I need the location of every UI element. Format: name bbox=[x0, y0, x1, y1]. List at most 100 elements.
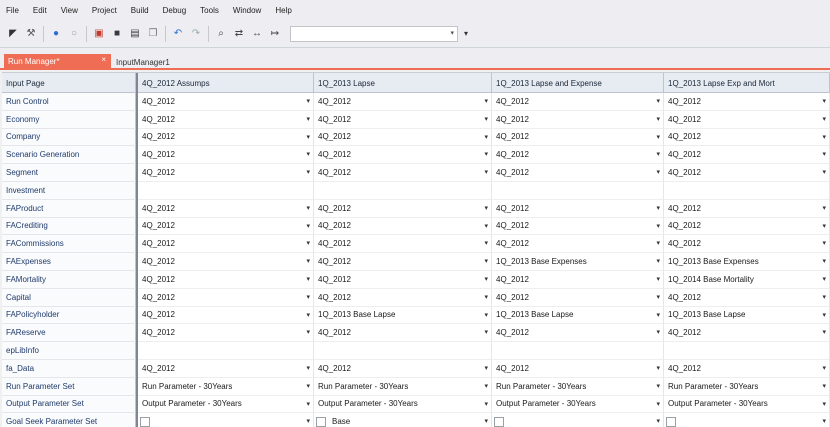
chevron-down-icon[interactable]: ▾ bbox=[656, 328, 660, 336]
chevron-down-icon[interactable]: ▾ bbox=[484, 293, 488, 301]
grid-cell[interactable]: 4Q_2012 ▾ bbox=[492, 360, 664, 378]
tab-run-manager[interactable]: Run Manager* × bbox=[4, 54, 111, 68]
column-header-run[interactable]: 1Q_2013 Lapse and Expense bbox=[492, 73, 664, 93]
menu-help[interactable]: Help bbox=[275, 6, 291, 15]
chevron-down-icon[interactable]: ▾ bbox=[656, 133, 660, 141]
redo-icon[interactable]: ↷ bbox=[190, 28, 202, 40]
chevron-down-icon[interactable]: ▾ bbox=[484, 115, 488, 123]
close-tab-icon[interactable]: × bbox=[101, 55, 106, 64]
grid-cell[interactable]: 4Q_2012 ▾ bbox=[664, 360, 830, 378]
toolbar-combo-box[interactable]: ▾ bbox=[290, 25, 458, 42]
chevron-down-icon[interactable]: ▾ bbox=[656, 239, 660, 247]
chevron-down-icon[interactable]: ▾ bbox=[484, 275, 488, 283]
menu-file[interactable]: File bbox=[6, 6, 19, 15]
compare-icon[interactable]: ↔ bbox=[251, 28, 263, 40]
chevron-down-icon[interactable]: ▾ bbox=[656, 168, 660, 176]
column-header-run[interactable]: 1Q_2013 Lapse Exp and Mort bbox=[664, 73, 830, 93]
grid-cell[interactable]: 4Q_2012 ▾ bbox=[314, 128, 492, 147]
grid-cell[interactable]: 4Q_2012 ▾ bbox=[138, 306, 314, 325]
chevron-down-icon[interactable]: ▾ bbox=[656, 382, 660, 390]
grid-cell[interactable]: 4Q_2012 ▾ bbox=[492, 146, 664, 165]
chevron-down-icon[interactable]: ▾ bbox=[306, 97, 310, 105]
chevron-down-icon[interactable]: ▾ bbox=[822, 204, 826, 212]
chevron-down-icon[interactable]: ▾ bbox=[306, 275, 310, 283]
grid-cell[interactable]: 4Q_2012 ▾ bbox=[314, 324, 492, 343]
chevron-down-icon[interactable]: ▾ bbox=[484, 97, 488, 105]
save-icon[interactable]: ■ bbox=[111, 28, 123, 40]
grid-cell[interactable]: 4Q_2012 ▾ bbox=[314, 288, 492, 307]
chevron-down-icon[interactable]: ▾ bbox=[484, 328, 488, 336]
chevron-down-icon[interactable]: ▾ bbox=[656, 311, 660, 319]
grid-cell[interactable]: 4Q_2012 ▾ bbox=[138, 360, 314, 378]
replace-icon[interactable]: ⇄ bbox=[233, 28, 245, 40]
column-header-input-page[interactable]: Input Page bbox=[2, 73, 136, 93]
menu-window[interactable]: Window bbox=[233, 6, 261, 15]
grid-cell[interactable]: 4Q_2012 ▾ bbox=[314, 271, 492, 289]
chevron-down-icon[interactable]: ▾ bbox=[306, 150, 310, 158]
grid-cell[interactable]: ▾ bbox=[138, 413, 314, 427]
chevron-down-icon[interactable]: ▾ bbox=[656, 150, 660, 158]
chevron-down-icon[interactable]: ▾ bbox=[306, 311, 310, 319]
grid-cell[interactable]: Output Parameter - 30Years ▾ bbox=[138, 395, 314, 414]
pointer-icon[interactable]: ◤ bbox=[7, 28, 19, 40]
chevron-down-icon[interactable]: ▾ bbox=[306, 364, 310, 372]
tab-input-manager[interactable]: InputManager1 bbox=[116, 55, 170, 69]
tools-icon[interactable]: ⚒ bbox=[25, 28, 37, 40]
grid-cell[interactable]: 4Q_2012 ▾ bbox=[314, 146, 492, 165]
chevron-down-icon[interactable]: ▾ bbox=[306, 133, 310, 141]
grid-cell[interactable]: 4Q_2012 ▾ bbox=[314, 217, 492, 236]
chevron-down-icon[interactable]: ▾ bbox=[656, 417, 660, 425]
grid-cell[interactable]: Output Parameter - 30Years ▾ bbox=[492, 395, 664, 414]
grid-cell[interactable]: 1Q_2014 Base Mortality ▾ bbox=[664, 271, 830, 289]
chevron-down-icon[interactable]: ▾ bbox=[822, 382, 826, 390]
grid-cell[interactable]: 4Q_2012 ▾ bbox=[314, 199, 492, 218]
grid-cell[interactable]: 4Q_2012 ▾ bbox=[138, 271, 314, 289]
checkbox[interactable] bbox=[316, 416, 326, 427]
chevron-down-icon[interactable]: ▾ bbox=[484, 239, 488, 247]
grid-cell[interactable]: 4Q_2012 ▾ bbox=[492, 110, 664, 129]
chevron-down-icon[interactable]: ▾ bbox=[306, 222, 310, 230]
grid-cell[interactable]: 4Q_2012 ▾ bbox=[314, 360, 492, 378]
grid-cell[interactable]: 4Q_2012 ▾ bbox=[664, 110, 830, 129]
grid-cell[interactable]: 4Q_2012 ▾ bbox=[138, 93, 314, 111]
grid-cell[interactable]: 4Q_2012 ▾ bbox=[664, 146, 830, 165]
menu-view[interactable]: View bbox=[61, 6, 78, 15]
toolbar-overflow-icon[interactable]: ▾ bbox=[464, 29, 468, 38]
grid-cell[interactable]: 4Q_2012 ▾ bbox=[492, 324, 664, 343]
column-divider[interactable] bbox=[136, 73, 138, 427]
chevron-down-icon[interactable]: ▾ bbox=[822, 222, 826, 230]
save-all-icon[interactable]: ▤ bbox=[129, 28, 141, 40]
grid-cell[interactable]: 1Q_2013 Base Lapse ▾ bbox=[492, 306, 664, 325]
chevron-down-icon[interactable]: ▾ bbox=[822, 275, 826, 283]
grid-cell[interactable]: 4Q_2012 ▾ bbox=[314, 253, 492, 271]
menu-edit[interactable]: Edit bbox=[33, 6, 47, 15]
chevron-down-icon[interactable]: ▾ bbox=[484, 204, 488, 212]
grid-cell[interactable]: 4Q_2012 ▾ bbox=[492, 199, 664, 218]
find-icon[interactable]: ⌕ bbox=[215, 28, 227, 40]
chevron-down-icon[interactable]: ▾ bbox=[656, 97, 660, 105]
stop-icon[interactable]: ○ bbox=[68, 28, 80, 40]
grid-cell[interactable]: 4Q_2012 ▾ bbox=[138, 324, 314, 343]
grid-cell[interactable]: Run Parameter - 30Years ▾ bbox=[138, 377, 314, 396]
grid-cell[interactable]: 4Q_2012 ▾ bbox=[138, 288, 314, 307]
chevron-down-icon[interactable]: ▾ bbox=[450, 29, 454, 37]
chevron-down-icon[interactable]: ▾ bbox=[306, 382, 310, 390]
chevron-down-icon[interactable]: ▾ bbox=[306, 239, 310, 247]
chevron-down-icon[interactable]: ▾ bbox=[484, 222, 488, 230]
chevron-down-icon[interactable]: ▾ bbox=[822, 168, 826, 176]
chevron-down-icon[interactable]: ▾ bbox=[656, 222, 660, 230]
chevron-down-icon[interactable]: ▾ bbox=[484, 168, 488, 176]
copy-icon[interactable]: ❐ bbox=[147, 28, 159, 40]
chevron-down-icon[interactable]: ▾ bbox=[822, 364, 826, 372]
grid-cell[interactable]: 1Q_2013 Base Expenses ▾ bbox=[664, 253, 830, 271]
chevron-down-icon[interactable]: ▾ bbox=[822, 115, 826, 123]
grid-cell[interactable]: 4Q_2012 ▾ bbox=[138, 253, 314, 271]
chevron-down-icon[interactable]: ▾ bbox=[656, 400, 660, 408]
menu-build[interactable]: Build bbox=[131, 6, 149, 15]
chevron-down-icon[interactable]: ▾ bbox=[484, 311, 488, 319]
grid-cell[interactable]: Output Parameter - 30Years ▾ bbox=[664, 395, 830, 414]
grid-cell[interactable]: 4Q_2012 ▾ bbox=[138, 146, 314, 165]
grid-cell[interactable]: 4Q_2012 ▾ bbox=[664, 164, 830, 182]
menu-tools[interactable]: Tools bbox=[200, 6, 219, 15]
chevron-down-icon[interactable]: ▾ bbox=[484, 417, 488, 425]
